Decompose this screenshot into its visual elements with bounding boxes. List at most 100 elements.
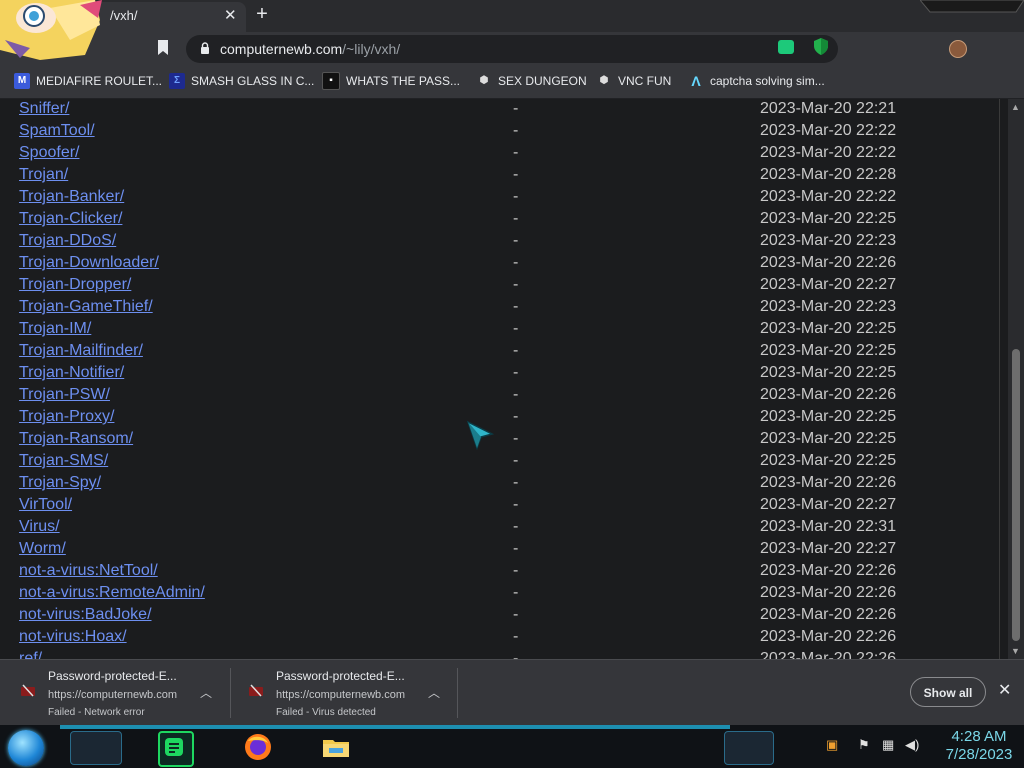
vertical-scrollbar[interactable]: ▲ ▼ (1008, 99, 1024, 659)
download-filename: Password-protected-E... (276, 669, 405, 683)
download-file-icon (249, 684, 263, 697)
new-tab-button[interactable]: + (252, 4, 272, 24)
bookmark-item[interactable]: ⬢ VNC FUN (596, 72, 672, 90)
flag-icon[interactable]: ⚑ (858, 737, 870, 753)
directory-link[interactable]: Trojan-PSW/ (19, 386, 110, 404)
size-cell: - (513, 320, 519, 337)
file-explorer-icon[interactable] (320, 731, 352, 763)
date-cell: 2023-Mar-20 22:25 (760, 408, 897, 425)
bookmark-dark-icon: ▪ (322, 72, 340, 90)
size-cell: - (513, 540, 519, 557)
firefox-glyph-icon (245, 734, 271, 760)
download-separator (457, 668, 458, 718)
directory-link[interactable]: Trojan-GameThief/ (19, 298, 153, 316)
directory-link[interactable]: not-virus:BadJoke/ (19, 606, 152, 624)
listing-row: not-virus:BadJoke/ - 2023-Mar-20 22:26 (0, 605, 1000, 627)
directory-link[interactable]: Trojan-Notifier/ (19, 364, 124, 382)
directory-link[interactable]: not-a-virus:RemoteAdmin/ (19, 584, 205, 602)
date-cell: 2023-Mar-20 22:25 (760, 210, 897, 227)
directory-link[interactable]: Trojan-Mailfinder/ (19, 342, 143, 360)
tab-close-icon[interactable]: ✕ (224, 8, 237, 24)
bookmark-item[interactable]: M MEDIAFIRE ROULET... (14, 72, 162, 90)
date-cell: 2023-Mar-20 22:21 (760, 100, 897, 117)
directory-listing: Sniffer/ - 2023-Mar-20 22:21 SpamTool/ - 202… (0, 99, 1008, 659)
bookmark-item[interactable]: ⬢ SEX DUNGEON (476, 72, 587, 90)
date-cell: 2023-Mar-20 22:22 (760, 122, 897, 139)
directory-link[interactable]: Trojan-Spy/ (19, 474, 101, 492)
bookmark-item[interactable]: Λ captcha solving sim... (688, 72, 825, 90)
taskbar: ▣ ⚑ ▦ ◀) 4:28 AM 7/28/2023 (0, 725, 1024, 768)
directory-link[interactable]: Trojan-Dropper/ (19, 276, 131, 294)
size-cell: - (513, 606, 519, 623)
bookmark-item[interactable]: ▪ WHATS THE PASS... (322, 72, 460, 90)
extension-chat-icon[interactable] (778, 40, 794, 54)
chat-app-icon[interactable] (158, 731, 194, 767)
close-shelf-icon[interactable]: ✕ (998, 682, 1011, 700)
directory-link[interactable]: Trojan-Proxy/ (19, 408, 114, 426)
listing-row: Trojan-Mailfinder/ - 2023-Mar-20 22:25 (0, 341, 1000, 363)
directory-link[interactable]: ref/ (19, 650, 42, 659)
directory-link[interactable]: Trojan-Clicker/ (19, 210, 122, 228)
directory-link[interactable]: Trojan/ (19, 166, 68, 184)
address-bar[interactable]: computernewb.com/~lily/vxh/ (186, 35, 838, 63)
directory-link[interactable]: Trojan-SMS/ (19, 452, 108, 470)
directory-link[interactable]: Trojan-Downloader/ (19, 254, 159, 272)
scroll-up-icon[interactable]: ▲ (1011, 102, 1020, 112)
directory-link[interactable]: not-virus:Hoax/ (19, 628, 127, 646)
size-cell: - (513, 364, 519, 381)
lock-icon (201, 42, 209, 54)
bookmarks-bar: M MEDIAFIRE ROULET... Σ SMASH GLASS IN C… (0, 64, 1024, 99)
size-cell: - (513, 276, 519, 293)
directory-link[interactable]: Sniffer/ (19, 100, 69, 118)
download-filename: Password-protected-E... (48, 669, 177, 683)
profile-avatar[interactable] (949, 40, 967, 58)
show-all-downloads-button[interactable]: Show all (910, 677, 986, 707)
tray-app-icon[interactable]: ▣ (826, 737, 838, 753)
directory-link[interactable]: SpamTool/ (19, 122, 95, 140)
date-cell: 2023-Mar-20 22:23 (760, 298, 897, 315)
date-cell: 2023-Mar-20 22:23 (760, 232, 897, 249)
size-cell: - (513, 496, 519, 513)
directory-link[interactable]: Worm/ (19, 540, 66, 558)
download-shelf: Password-protected-E... https://computer… (0, 659, 1024, 726)
date-cell: 2023-Mar-20 22:22 (760, 144, 897, 161)
bookmark-item[interactable]: Σ SMASH GLASS IN C... (169, 72, 314, 90)
listing-row: not-a-virus:NetTool/ - 2023-Mar-20 22:26 (0, 561, 1000, 583)
bookmark-label: captcha solving sim... (710, 74, 825, 88)
directory-link[interactable]: Virus/ (19, 518, 60, 536)
start-button[interactable] (8, 730, 44, 766)
date-cell: 2023-Mar-20 22:26 (760, 474, 897, 491)
directory-link[interactable]: VirTool/ (19, 496, 72, 514)
listing-row: Trojan-Ransom/ - 2023-Mar-20 22:25 (0, 429, 1000, 451)
directory-link[interactable]: Spoofer/ (19, 144, 79, 162)
scrollbar-thumb[interactable] (1012, 349, 1020, 641)
volume-icon[interactable]: ◀) (905, 737, 919, 753)
listing-row: Sniffer/ - 2023-Mar-20 22:21 (0, 99, 1000, 121)
system-clock[interactable]: 4:28 AM 7/28/2023 (934, 728, 1024, 764)
listing-row: Worm/ - 2023-Mar-20 22:27 (0, 539, 1000, 561)
listing-row: ref/ - 2023-Mar-20 22:26 (0, 649, 1000, 659)
chevron-up-icon[interactable]: ︿ (200, 684, 212, 701)
directory-link[interactable]: Trojan-DDoS/ (19, 232, 116, 250)
extension-shield-icon[interactable] (814, 38, 828, 55)
directory-link[interactable]: not-a-virus:NetTool/ (19, 562, 158, 580)
size-cell: - (513, 166, 519, 183)
network-icon[interactable]: ▦ (882, 737, 894, 753)
download-item[interactable]: Password-protected-E... https://computer… (0, 660, 228, 726)
download-item[interactable]: Password-protected-E... https://computer… (228, 660, 456, 726)
chevron-up-icon[interactable]: ︿ (428, 684, 440, 701)
download-url: https://computernewb.com (276, 689, 406, 701)
firefox-icon[interactable] (242, 731, 274, 763)
directory-link[interactable]: Trojan-Ransom/ (19, 430, 133, 448)
date-cell: 2023-Mar-20 22:25 (760, 320, 897, 337)
directory-link[interactable]: Trojan-Banker/ (19, 188, 124, 206)
date-cell: 2023-Mar-20 22:27 (760, 276, 897, 293)
tab-title: /vxh/ (110, 8, 138, 23)
url-text: computernewb.com/~lily/vxh/ (220, 41, 400, 57)
size-cell: - (513, 474, 519, 491)
listing-row: VirTool/ - 2023-Mar-20 22:27 (0, 495, 1000, 517)
bookmark-page-icon[interactable] (157, 40, 169, 55)
directory-link[interactable]: Trojan-IM/ (19, 320, 91, 338)
listing-row: not-a-virus:RemoteAdmin/ - 2023-Mar-20 22:… (0, 583, 1000, 605)
scroll-down-icon[interactable]: ▼ (1011, 646, 1020, 656)
